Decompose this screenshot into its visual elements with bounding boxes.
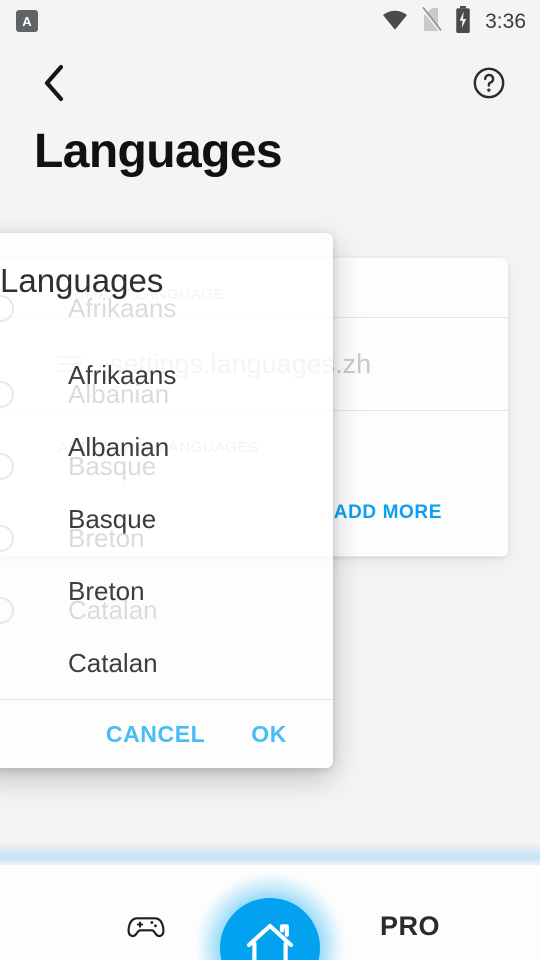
chevron-left-icon (42, 63, 68, 108)
dialog-language-list: Afrikaans Albanian Basque Breton Catalan (0, 299, 333, 699)
page-title: Languages (34, 125, 283, 178)
sim-off-icon (419, 6, 443, 38)
gamepad-icon (126, 912, 166, 947)
bottom-nav-glow (0, 842, 540, 864)
home-icon (244, 920, 296, 960)
dialog-action-bar: CANCEL OK (0, 700, 333, 768)
battery-charging-icon (454, 6, 472, 38)
help-button[interactable] (466, 62, 512, 108)
language-selection-dialog: Languages Afrikaans Albanian Basque Bret… (0, 233, 333, 768)
nav-item-pro[interactable]: PRO (380, 911, 440, 942)
app-bar (0, 44, 540, 126)
app-notification-icon: A (16, 10, 38, 32)
status-bar-clock: 3:36 (485, 10, 526, 33)
back-button[interactable] (32, 62, 78, 108)
add-more-button[interactable]: ADD MORE (334, 502, 442, 524)
dialog-list-item[interactable]: Albanian (0, 411, 333, 483)
bottom-navigation-bar: PRO (0, 864, 540, 960)
status-bar-right: 3:36 (382, 6, 526, 38)
ok-button[interactable]: OK (241, 713, 297, 756)
help-circle-icon (472, 66, 506, 105)
cancel-button[interactable]: CANCEL (96, 713, 215, 756)
dialog-title: Languages (0, 262, 164, 299)
dialog-list-item[interactable]: Breton (0, 555, 333, 627)
nav-item-games[interactable] (120, 909, 172, 949)
dialog-list-item[interactable]: Catalan (0, 627, 333, 699)
status-bar: A 3:36 (0, 0, 540, 44)
status-bar-left: A (16, 10, 38, 32)
wifi-icon (382, 7, 408, 38)
dialog-list-item[interactable]: Afrikaans (0, 339, 333, 411)
phone-screen: A 3:36 Languages ADD MORE Languages Afri… (0, 0, 540, 960)
dialog-list-item[interactable]: Basque (0, 483, 333, 555)
